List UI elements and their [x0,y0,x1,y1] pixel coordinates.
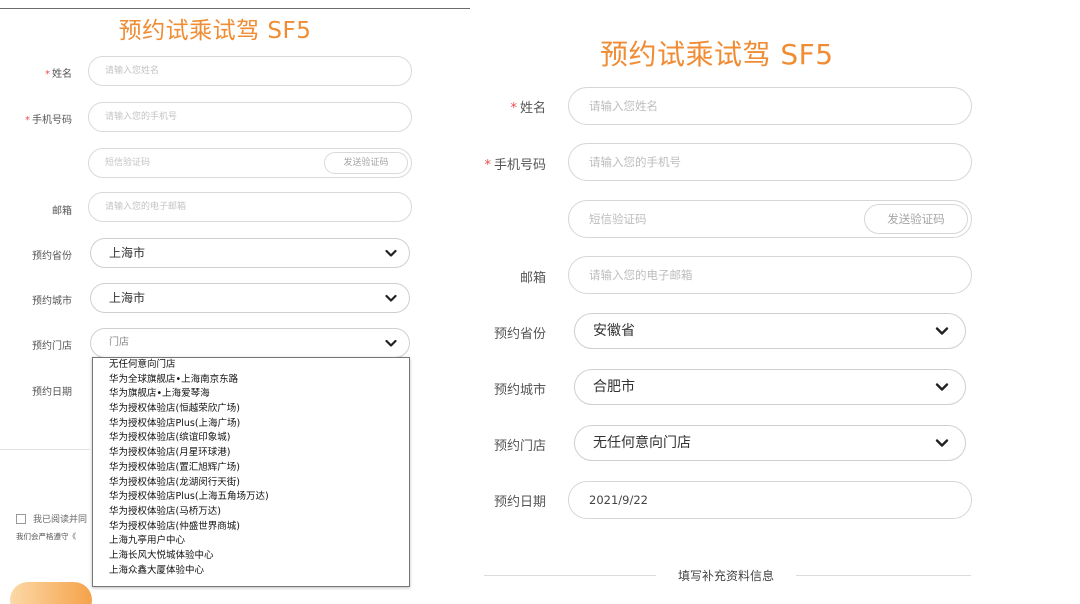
dropdown-option[interactable]: 无任何意向门店 [93,358,409,373]
store-select[interactable]: 无任何意向门店 [574,425,966,461]
store-label: 预约门店 [493,439,546,454]
divider-line-right [796,575,971,576]
phone-input[interactable]: 请输入您的手机号 [568,143,972,181]
city-value: 上海市 [109,291,146,305]
province-select[interactable]: 上海市 [90,238,410,268]
city-select[interactable]: 合肥市 [574,369,966,405]
required-star: * [25,115,30,126]
dropdown-option[interactable]: 华为授权体验店(马桥万达) [93,505,409,520]
dropdown-option[interactable]: 华为全球旗舰店•上海南京东路 [93,373,409,388]
chevron-down-icon [935,439,949,447]
dropdown-option[interactable]: 上海众鑫大厦体验中心 [93,564,409,579]
city-label: 预约城市 [32,296,72,307]
sms-code-input[interactable]: 短信验证码 发送验证码 [88,148,412,178]
supplement-section-heading: 填写补充资料信息 [677,569,774,583]
phone-label: * 手机号码 [484,158,546,173]
dropdown-option[interactable]: 华为授权体验店Plus(上海广场) [93,417,409,432]
email-input[interactable]: 请输入您的电子邮箱 [88,192,412,222]
dropdown-option[interactable]: 上海长风大悦城体验中心 [93,549,409,564]
store-value: 门店 [109,337,129,348]
store-select[interactable]: 门店 [90,328,410,358]
sms-code-input[interactable]: 短信验证码 发送验证码 [568,200,972,238]
email-label: 邮箱 [52,206,72,217]
province-select[interactable]: 安徽省 [574,313,966,349]
store-value: 无任何意向门店 [593,435,691,451]
send-code-button[interactable]: 发送验证码 [324,152,408,174]
phone-input[interactable]: 请输入您的手机号 [88,102,412,132]
required-star: * [484,158,491,173]
sms-code-placeholder: 短信验证码 [105,158,151,168]
form-title: 预约试乘试驾 SF5 [118,18,312,44]
store-dropdown-list: 无任何意向门店 华为全球旗舰店•上海南京东路 华为旗舰店•上海爱琴海 华为授权体… [92,357,410,587]
province-value: 上海市 [109,246,146,260]
email-input[interactable]: 请输入您的电子邮箱 [568,256,972,294]
name-input[interactable]: 请输入您姓名 [88,56,412,86]
agree-text: 我已阅读并同 [33,515,88,525]
chevron-down-icon [385,249,397,257]
name-label: * 姓名 [45,69,72,80]
dropdown-option[interactable]: 华为授权体验店Plus(上海五角场万达) [93,490,409,505]
date-input[interactable]: 2021/9/22 [568,481,972,519]
sms-code-placeholder: 短信验证码 [589,212,647,226]
required-star: * [45,69,50,80]
chevron-down-icon [935,327,949,335]
chevron-down-icon [385,339,397,347]
province-value: 安徽省 [593,323,635,339]
dropdown-option[interactable]: 华为授权体验店(龙湖闵行天街) [93,476,409,491]
city-label: 预约城市 [493,383,546,398]
email-label: 邮箱 [519,271,546,286]
form-title: 预约试乘试驾 SF5 [600,38,834,71]
screenshot-stage: 预约试乘试驾 SF5 * 姓名 请输入您姓名 * 手机号码 请输入您的手机号 短信验… [0,0,1080,604]
province-label: 预约省份 [32,251,72,262]
section-divider [0,449,90,450]
dropdown-option[interactable]: 华为授权体验店(月星环球港) [93,446,409,461]
dropdown-option[interactable]: 华为旗舰店•上海爱琴海 [93,387,409,402]
date-label: 预约日期 [493,495,546,510]
submit-button[interactable] [10,582,92,604]
name-label: * 姓名 [510,101,546,116]
store-label: 预约门店 [32,341,72,352]
right-booking-form: 预约试乘试驾 SF5 * 姓名 请输入您姓名 * 手机号码 请输入您的手机号 短信验… [470,0,1080,604]
dropdown-option[interactable]: 华为授权体验店(缤谊印象城) [93,431,409,446]
dropdown-option[interactable]: 华为授权体验店(恒越荣欣广场) [93,402,409,417]
city-select[interactable]: 上海市 [90,283,410,313]
divider-line-left [484,575,656,576]
dropdown-option[interactable]: 华为授权体验店(仲盛世界商城) [93,520,409,535]
city-value: 合肥市 [593,379,635,395]
left-booking-form: 预约试乘试驾 SF5 * 姓名 请输入您姓名 * 手机号码 请输入您的手机号 短信验… [0,0,470,604]
phone-label: * 手机号码 [25,115,72,126]
chevron-down-icon [935,383,949,391]
dropdown-option[interactable]: 上海九亭用户中心 [93,534,409,549]
required-star: * [510,101,517,116]
chevron-down-icon [385,294,397,302]
dropdown-option[interactable]: 华为授权体验店(置汇旭辉广场) [93,461,409,476]
name-input[interactable]: 请输入您姓名 [568,87,972,125]
privacy-note: 我们会严格遵守《 [16,532,76,541]
send-code-button[interactable]: 发送验证码 [864,204,968,234]
date-label: 预约日期 [32,387,72,398]
top-divider [0,8,470,9]
province-label: 预约省份 [493,327,546,342]
agree-checkbox[interactable] [16,514,26,524]
